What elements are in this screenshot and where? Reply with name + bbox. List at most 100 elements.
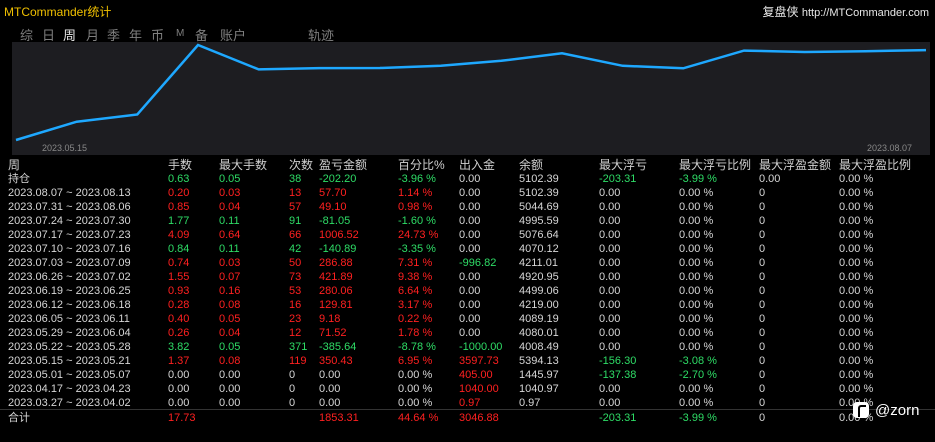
brand-link[interactable]: 复盘侠 http://MTCommander.com bbox=[762, 3, 929, 20]
table-row[interactable]: 2023.06.05 ~ 2023.06.11 0.40 0.05 23 9.18 0.2… bbox=[0, 312, 935, 326]
row-max-float-loss: 0.00 bbox=[599, 201, 621, 213]
row-max-lots: 0.04 bbox=[219, 201, 241, 213]
row-max-float-profit: 0 bbox=[759, 383, 766, 395]
row-pct: 9.38 % bbox=[398, 271, 433, 283]
table-row[interactable]: 2023.07.03 ~ 2023.07.09 0.74 0.03 50 286.88 7… bbox=[0, 256, 935, 270]
row-max-float-loss: 0.00 bbox=[599, 187, 621, 199]
row-period: 2023.05.22 ~ 2023.05.28 bbox=[8, 341, 131, 353]
row-balance: 5076.64 bbox=[519, 229, 559, 241]
row-max-float-profit-pct: 0.00 % bbox=[839, 341, 874, 353]
table-row[interactable]: 2023.07.17 ~ 2023.07.23 4.09 0.64 66 1006.52… bbox=[0, 228, 935, 242]
row-count: 0 bbox=[289, 369, 296, 381]
row-max-float-profit-pct: 0.00 % bbox=[839, 369, 874, 381]
table-row[interactable]: 2023.05.01 ~ 2023.05.07 0.00 0.00 0 0.00 0.00… bbox=[0, 368, 935, 382]
row-pct: 0.00 % bbox=[398, 397, 433, 409]
brand-name: 复盘侠 bbox=[762, 5, 799, 19]
table-row[interactable]: 持仓 0.63 0.05 38 -202.20 -3.96 % 0.00 5102.39 -20… bbox=[0, 172, 935, 186]
row-max-float-profit-pct: 0.00 % bbox=[839, 285, 874, 297]
row-flow: 0.00 bbox=[459, 243, 481, 255]
row-max-float-profit: 0 bbox=[759, 257, 766, 269]
row-max-lots: 0.16 bbox=[219, 285, 241, 297]
table-header: 周 手数 最大手数 次数 盈亏金额 百分比% 出入金 余额 最大浮亏 最大浮亏比… bbox=[0, 158, 935, 172]
row-max-float-profit: 0 bbox=[759, 215, 766, 227]
table-row[interactable]: 2023.03.27 ~ 2023.04.02 0.00 0.00 0 0.00 0.00… bbox=[0, 396, 935, 410]
x-start-label: 2023.05.15 bbox=[42, 143, 87, 153]
row-period: 持仓 bbox=[8, 173, 30, 185]
table-row[interactable]: 2023.05.29 ~ 2023.06.04 0.26 0.04 12 71.52 1.… bbox=[0, 326, 935, 340]
row-count: 66 bbox=[289, 229, 302, 241]
row-lots: 0.00 bbox=[168, 397, 190, 409]
row-pnl: -140.89 bbox=[319, 243, 357, 255]
header-flow: 出入金 bbox=[459, 158, 496, 172]
row-lots: 0.26 bbox=[168, 327, 190, 339]
row-flow: 0.00 bbox=[459, 201, 481, 213]
row-max-float-profit-pct: 0.00 % bbox=[839, 173, 874, 185]
row-max-lots: 0.00 bbox=[219, 369, 241, 381]
row-max-float-profit-pct: 0.00 % bbox=[839, 215, 874, 227]
row-lots: 1.55 bbox=[168, 271, 190, 283]
row-period: 2023.06.12 ~ 2023.06.18 bbox=[8, 299, 131, 311]
table-row[interactable]: 2023.04.17 ~ 2023.04.23 0.00 0.00 0 0.00 0.00… bbox=[0, 382, 935, 396]
row-max-float-loss: 0.00 bbox=[599, 271, 621, 283]
row-max-float-loss-pct: 0.00 % bbox=[679, 257, 714, 269]
table-row[interactable]: 2023.05.15 ~ 2023.05.21 1.37 0.08 119 350.43… bbox=[0, 354, 935, 368]
row-pct: 0.00 % bbox=[398, 369, 433, 381]
row-pnl: 49.10 bbox=[319, 201, 347, 213]
row-max-float-loss-pct: 0.00 % bbox=[679, 299, 714, 311]
row-max-lots: 0.64 bbox=[219, 229, 241, 241]
row-max-lots: 0.05 bbox=[219, 173, 241, 185]
row-pnl: 71.52 bbox=[319, 327, 347, 339]
row-count: 12 bbox=[289, 327, 302, 339]
row-max-lots: 0.05 bbox=[219, 341, 241, 353]
row-pnl: 421.89 bbox=[319, 271, 353, 283]
table-row[interactable]: 2023.06.12 ~ 2023.06.18 0.28 0.08 16 129.81 3… bbox=[0, 298, 935, 312]
table-row[interactable]: 2023.07.31 ~ 2023.08.06 0.85 0.04 57 49.10 0.… bbox=[0, 200, 935, 214]
row-balance: 5102.39 bbox=[519, 187, 559, 199]
row-max-float-loss: 0.00 bbox=[599, 229, 621, 241]
row-count: 0 bbox=[289, 397, 296, 409]
stats-window: MTCommander统计 复盘侠 http://MTCommander.com… bbox=[0, 0, 935, 442]
row-lots: 0.28 bbox=[168, 299, 190, 311]
table-row[interactable]: 2023.05.22 ~ 2023.05.28 3.82 0.05 371 -385.6… bbox=[0, 340, 935, 354]
total-row: 合计 17.73 1853.31 44.64 % 3046.88 -203.31… bbox=[0, 411, 935, 425]
table-row[interactable]: 2023.06.19 ~ 2023.06.25 0.93 0.16 53 280.06 6… bbox=[0, 284, 935, 298]
row-balance: 0.97 bbox=[519, 397, 541, 409]
row-max-float-loss: 0.00 bbox=[599, 257, 621, 269]
row-max-float-loss: 0.00 bbox=[599, 285, 621, 297]
row-pnl: 0.00 bbox=[319, 369, 341, 381]
row-max-float-profit: 0.00 bbox=[759, 173, 781, 185]
row-max-float-loss-pct: 0.00 % bbox=[679, 271, 714, 283]
weekly-stats-table: 周 手数 最大手数 次数 盈亏金额 百分比% 出入金 余额 最大浮亏 最大浮亏比… bbox=[0, 158, 935, 442]
row-lots: 1.77 bbox=[168, 215, 190, 227]
row-period: 2023.07.10 ~ 2023.07.16 bbox=[8, 243, 131, 255]
row-pct: -1.60 % bbox=[398, 215, 436, 227]
row-lots: 0.40 bbox=[168, 313, 190, 325]
brand-url[interactable]: http://MTCommander.com bbox=[802, 7, 929, 19]
row-flow: 0.00 bbox=[459, 229, 481, 241]
row-max-float-loss-pct: 0.00 % bbox=[679, 187, 714, 199]
tab-m[interactable]: M bbox=[176, 28, 184, 39]
row-flow: 405.00 bbox=[459, 369, 493, 381]
header-max-lots: 最大手数 bbox=[219, 158, 268, 172]
table-row[interactable]: 2023.08.07 ~ 2023.08.13 0.20 0.03 13 57.70 1.… bbox=[0, 186, 935, 200]
watermark-text: @zorn bbox=[875, 402, 920, 419]
row-pct: 3.17 % bbox=[398, 299, 433, 311]
row-pnl: -81.05 bbox=[319, 215, 351, 227]
row-period: 2023.06.05 ~ 2023.06.11 bbox=[8, 313, 130, 325]
row-max-float-loss-pct: -2.70 % bbox=[679, 369, 717, 381]
table-row[interactable]: 2023.07.24 ~ 2023.07.30 1.77 0.11 91 -81.05 -… bbox=[0, 214, 935, 228]
row-period: 2023.04.17 ~ 2023.04.23 bbox=[8, 383, 131, 395]
header-max-float-loss-pct: 最大浮亏比例 bbox=[679, 158, 752, 172]
table-row[interactable]: 2023.07.10 ~ 2023.07.16 0.84 0.11 42 -140.89… bbox=[0, 242, 935, 256]
table-row[interactable]: 2023.06.26 ~ 2023.07.02 1.55 0.07 73 421.89 9… bbox=[0, 270, 935, 284]
row-max-lots: 0.03 bbox=[219, 257, 241, 269]
row-lots: 0.84 bbox=[168, 243, 190, 255]
row-pnl: 350.43 bbox=[319, 355, 353, 367]
row-max-float-profit: 0 bbox=[759, 397, 766, 409]
row-max-float-loss-pct: 0.00 % bbox=[679, 327, 714, 339]
row-max-lots: 0.08 bbox=[219, 299, 241, 311]
row-balance: 4070.12 bbox=[519, 243, 559, 255]
row-max-float-profit: 0 bbox=[759, 201, 766, 213]
row-max-lots: 0.04 bbox=[219, 327, 241, 339]
row-lots: 0.63 bbox=[168, 173, 190, 185]
